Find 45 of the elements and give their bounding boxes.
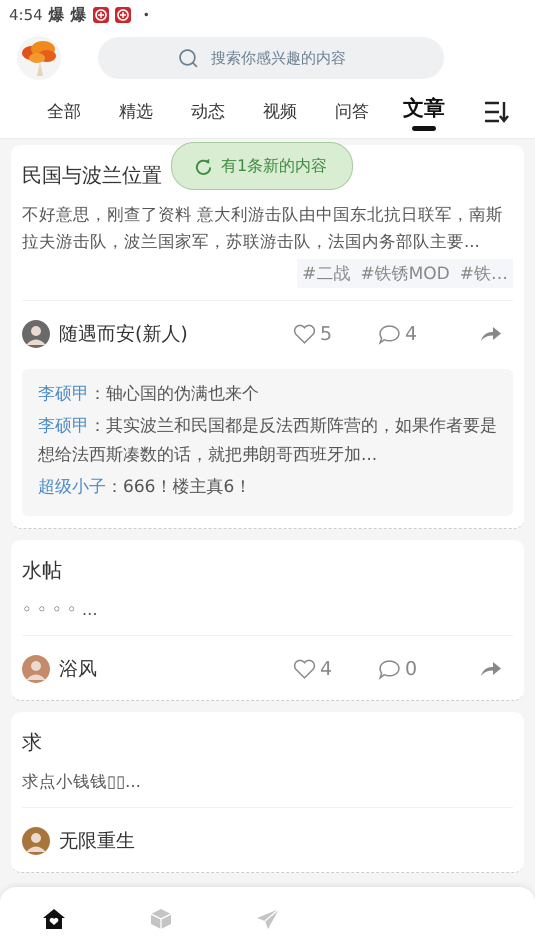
post-card[interactable]: 求 求点小钱钱▯▯... 无限重生 <box>11 712 524 873</box>
post-title: 求 <box>22 729 42 756</box>
status-time: 4:54 <box>9 6 43 24</box>
comment-text[interactable]: 超级小子：666！楼主真6！ <box>38 473 497 502</box>
refresh-icon <box>194 156 213 176</box>
tree-logo-icon[interactable] <box>17 36 61 80</box>
comment-button[interactable]: 0 <box>378 658 463 680</box>
author-name[interactable]: 浴风 <box>59 656 293 682</box>
category-tab[interactable]: 动态 <box>172 92 244 132</box>
status-char: 爆 <box>70 4 87 26</box>
heart-icon <box>293 324 316 344</box>
comment-button[interactable]: 4 <box>378 323 463 345</box>
comment-text[interactable]: 李硕甲：轴心国的伪满也来个 <box>38 380 497 409</box>
sort-menu-icon[interactable] <box>483 100 509 124</box>
status-char: 爆 <box>48 4 65 26</box>
avatar[interactable] <box>22 827 50 855</box>
notification-icon <box>92 7 109 23</box>
category-tab[interactable]: 精选 <box>100 92 172 132</box>
post-excerpt: 求点小钱钱▯▯... <box>22 771 142 793</box>
category-tab[interactable]: 问答 <box>316 92 388 132</box>
speech-bubble-icon <box>378 324 401 344</box>
post-excerpt: 不好意思，刚查了资料 意大利游击队由中国东北抗日联军，南斯拉夫游击队，波兰国家军，苏联游击队，法国内务部队主要... <box>22 204 504 253</box>
speech-bubble-icon <box>378 658 401 680</box>
post-title: 水帖 <box>22 557 62 584</box>
author-name[interactable]: 随遇而安(新人) <box>59 321 293 347</box>
author-name[interactable]: 无限重生 <box>59 828 513 854</box>
post-card[interactable]: 水帖 ◦ ◦ ◦ ◦ ... 浴风 4 0 <box>11 540 524 701</box>
search-icon <box>178 48 199 69</box>
category-tab[interactable]: 全部 <box>28 92 100 132</box>
comment-text[interactable]: 李硕甲：其实波兰和民国都是反法西斯阵营的，如果作者要是想给法西斯凑数的话，就把弗朗哥西班牙加... <box>38 412 497 470</box>
category-tab[interactable]: 视频 <box>244 92 316 132</box>
share-icon[interactable] <box>480 326 502 342</box>
post-excerpt: ◦ ◦ ◦ ◦ ... <box>22 599 99 621</box>
avatar[interactable] <box>22 320 50 348</box>
share-icon[interactable] <box>480 661 502 677</box>
like-button[interactable]: 4 <box>293 658 378 680</box>
search-field[interactable]: 搜索你感兴趣的内容 <box>98 37 444 79</box>
home-icon[interactable] <box>42 907 66 931</box>
avatar[interactable] <box>22 655 50 683</box>
like-button[interactable]: 5 <box>293 323 378 345</box>
status-dot: • <box>142 8 150 22</box>
category-tab[interactable]: 文章 <box>388 94 460 130</box>
post-title: 民国与波兰位置 <box>22 162 162 189</box>
notification-icon <box>114 7 131 23</box>
heart-icon <box>293 658 316 680</box>
